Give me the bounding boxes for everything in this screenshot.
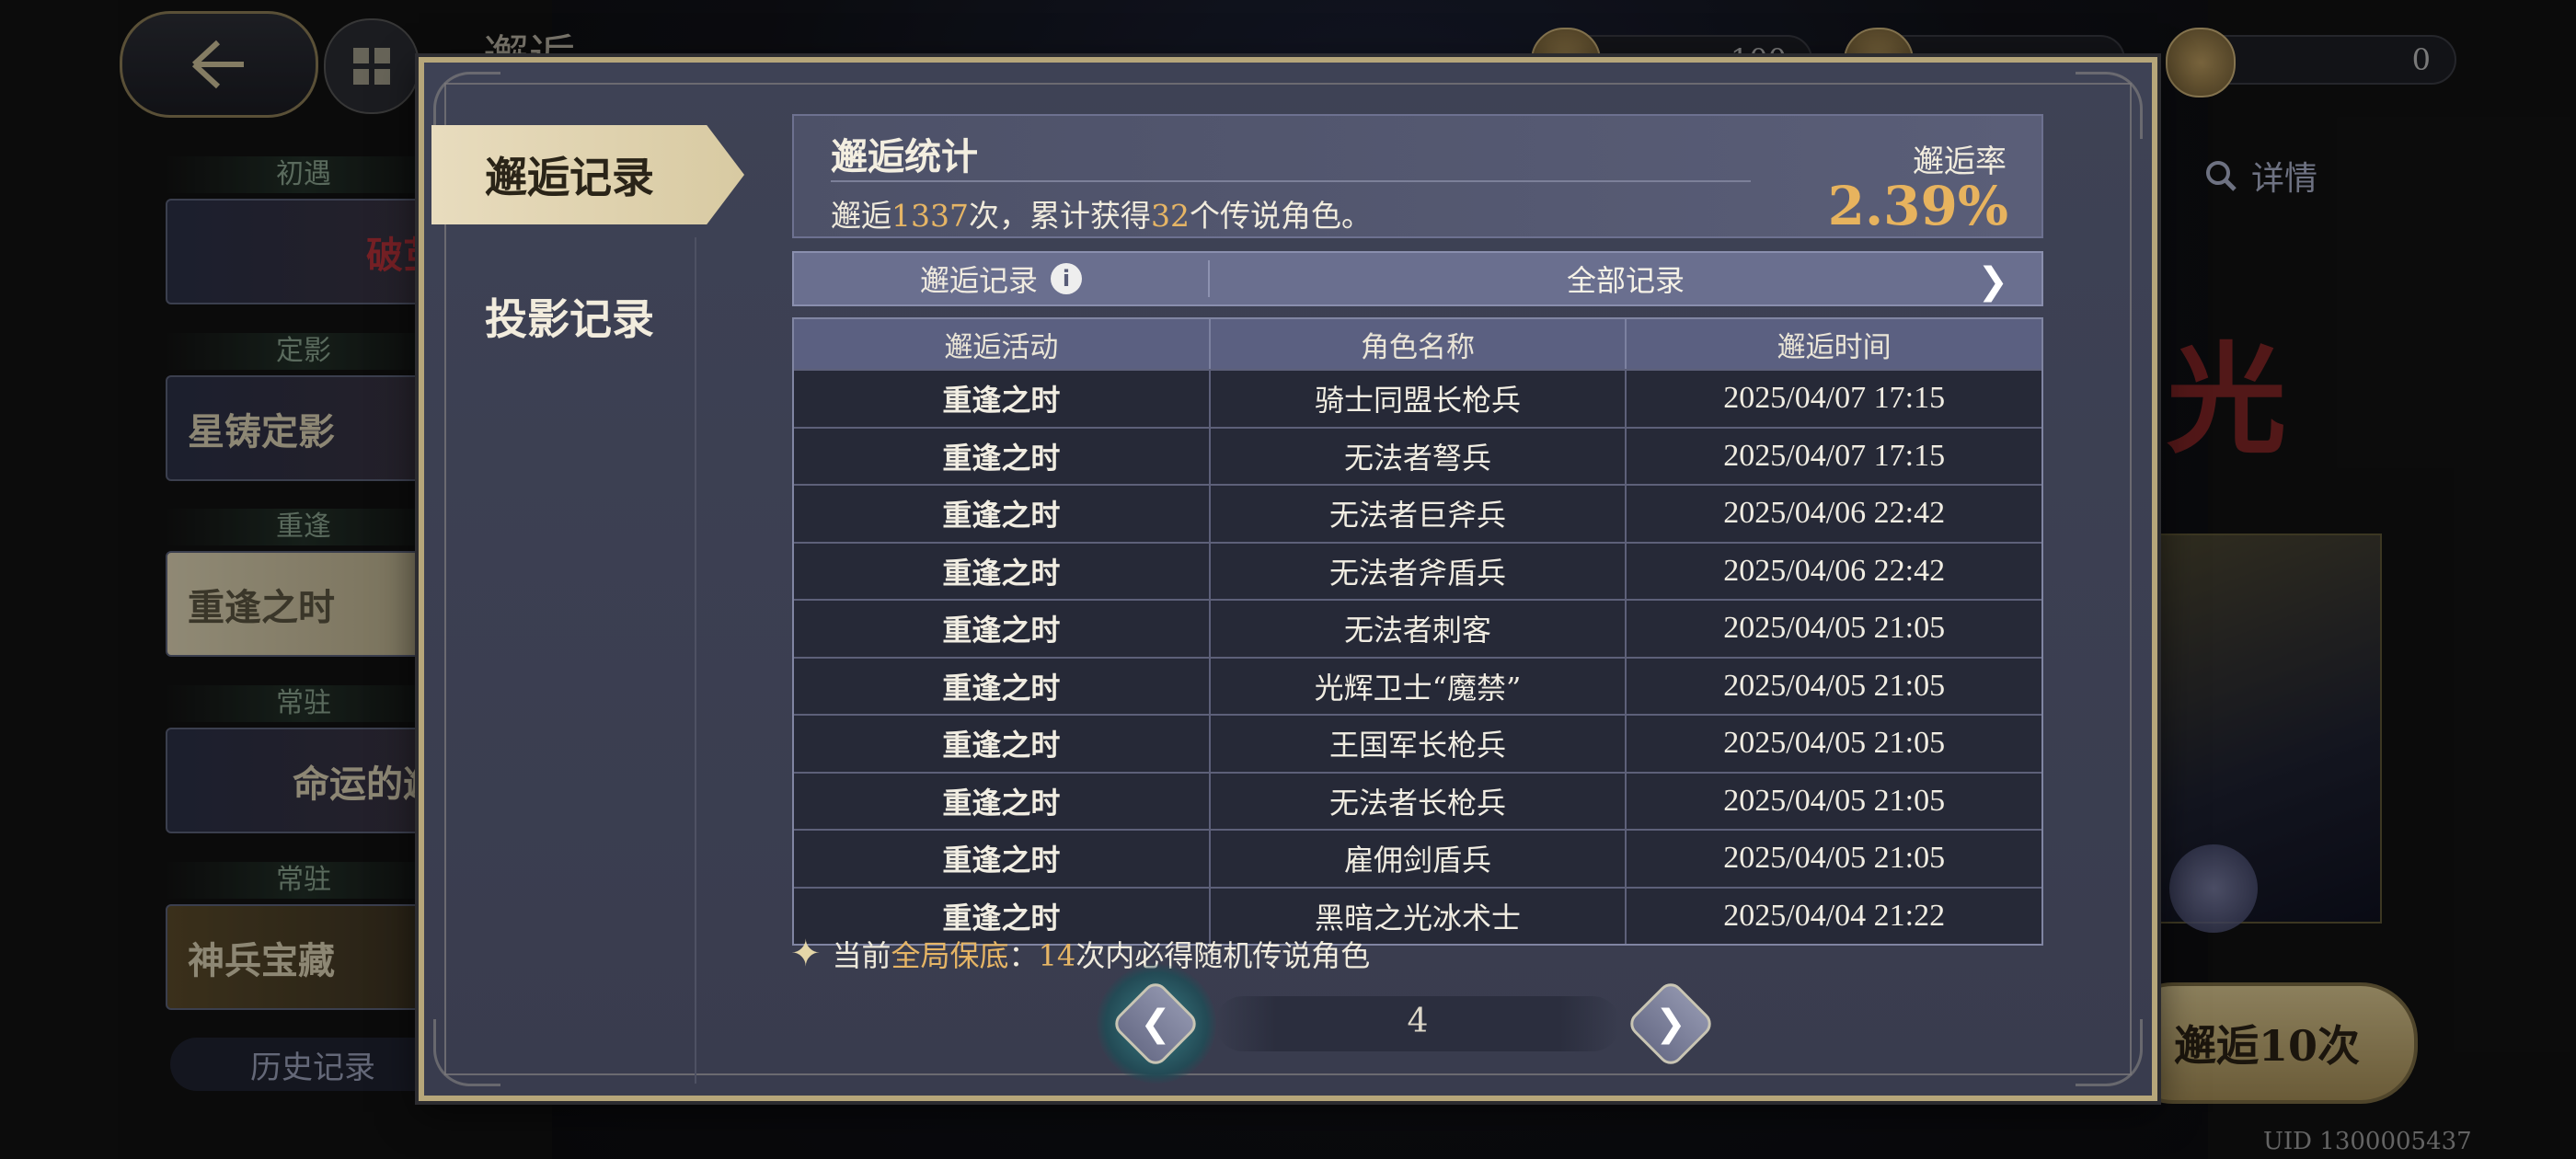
rate-value: 2.39% [1827,175,2008,237]
tab-label: 邂逅记录 [485,153,654,202]
next-page-button[interactable]: ❯ [1625,978,1717,1070]
pull-count: 1337 [891,198,969,234]
character-cell: 骑士同盟长枪兵 [1211,371,1627,427]
time-cell: 2025/04/05 21:05 [1723,726,1946,761]
table-row: 重逢之时 王国军长枪兵 2025/04/05 21:05 [794,714,2041,772]
corner-ornament [2076,1019,2143,1086]
encounter-stats-card: 邂逅统计 邂逅1337次，累计获得32个传说角色。 邂逅率 2.39% [792,114,2043,238]
prev-page-button[interactable]: ❮ [1110,978,1202,1070]
tab-divider [695,237,696,1084]
pity-text: 次内必得随机传说角色 [1075,938,1371,973]
character-cell: 无法者巨斧兵 [1211,486,1627,542]
character-cell: 无法者斧盾兵 [1211,543,1627,599]
chevron-right-icon: ❯ [1655,1003,1686,1045]
pity-text: ： [1008,938,1039,973]
tab-label: 投影记录 [485,294,654,344]
time-cell: 2025/04/07 17:15 [1723,381,1946,416]
time-cell: 2025/04/04 21:22 [1723,898,1946,933]
summary-text: 邂逅 [831,198,891,234]
time-cell: 2025/04/06 22:42 [1723,553,1946,588]
corner-ornament [2076,72,2143,139]
table-row: 重逢之时 光辉卫士“魔禁” 2025/04/05 21:05 [794,656,2041,714]
pity-text: 当前 [832,938,891,973]
info-icon[interactable]: i [1051,263,1082,294]
tab-encounter-records[interactable]: 邂逅记录 [431,125,744,224]
time-cell: 2025/04/05 21:05 [1723,668,1946,703]
divider [831,180,1751,182]
column-header: 邂逅活动 [794,319,1211,369]
records-table: 邂逅活动 角色名称 邂逅时间 重逢之时 骑士同盟长枪兵 2025/04/07 1… [792,317,2043,946]
table-row: 重逢之时 无法者刺客 2025/04/05 21:05 [794,599,2041,657]
time-cell: 2025/04/05 21:05 [1723,783,1946,818]
time-cell: 2025/04/05 21:05 [1723,611,1946,646]
time-cell: 2025/04/07 17:15 [1723,438,1946,473]
activity-cell: 重逢之时 [794,773,1211,829]
column-header: 角色名称 [1211,319,1627,369]
character-cell: 无法者刺客 [1211,601,1627,657]
activity-cell: 重逢之时 [794,658,1211,714]
activity-cell: 重逢之时 [794,601,1211,657]
column-header: 邂逅时间 [1777,330,1892,364]
filter-label: 邂逅记录 [919,263,1038,298]
activity-cell: 重逢之时 [794,716,1211,772]
activity-cell: 重逢之时 [794,371,1211,427]
chevron-right-icon[interactable]: ❯ [1977,260,2008,303]
stats-title: 邂逅统计 [831,135,978,178]
character-cell: 王国军长枪兵 [1211,716,1627,772]
activity-cell: 重逢之时 [794,486,1211,542]
pity-highlight: 全局保底 [891,938,1009,973]
legendary-count: 32 [1150,198,1190,234]
character-cell: 无法者弩兵 [1211,428,1627,484]
encounter-record-dialog: 邂逅记录 投影记录 邂逅统计 邂逅1337次，累计获得32个传说角色。 邂逅率 … [419,57,2157,1101]
table-row: 重逢之时 雇佣剑盾兵 2025/04/05 21:05 [794,829,2041,887]
record-filter-bar: 邂逅记录 i 全部记录 ❯ [792,251,2043,306]
table-row: 重逢之时 无法者长枪兵 2025/04/05 21:05 [794,771,2041,829]
summary-text: 次，累计获得 [968,198,1151,234]
character-cell: 雇佣剑盾兵 [1211,831,1627,887]
activity-cell: 重逢之时 [794,543,1211,599]
chevron-left-icon: ❮ [1140,1003,1171,1045]
table-row: 重逢之时 骑士同盟长枪兵 2025/04/07 17:15 [794,369,2041,427]
table-row: 重逢之时 无法者斧盾兵 2025/04/06 22:42 [794,541,2041,599]
record-type-label: 邂逅记录 i [794,258,1208,300]
character-cell: 无法者长枪兵 [1211,773,1627,829]
table-row: 重逢之时 无法者巨斧兵 2025/04/06 22:42 [794,484,2041,542]
table-row: 重逢之时 无法者弩兵 2025/04/07 17:15 [794,426,2041,484]
tab-projection-records[interactable]: 投影记录 [431,267,744,366]
activity-cell: 重逢之时 [794,428,1211,484]
activity-cell: 重逢之时 [794,831,1211,887]
time-cell: 2025/04/06 22:42 [1723,496,1946,531]
record-filter-dropdown[interactable]: 全部记录 [1210,258,2041,300]
page-number: 4 [1407,1003,1429,1040]
table-body: 重逢之时 骑士同盟长枪兵 2025/04/07 17:15 重逢之时 无法者弩兵… [794,369,2041,944]
pity-info: ✦ 当前全局保底：14次内必得随机传说角色 [790,933,1370,975]
summary-text: 个传说角色。 [1189,198,1372,234]
corner-ornament [433,1019,500,1086]
table-header: 邂逅活动 角色名称 邂逅时间 [794,319,2041,369]
sparkle-icon: ✦ [790,933,822,975]
time-cell: 2025/04/05 21:05 [1723,841,1946,876]
pity-count: 14 [1038,938,1076,973]
stats-summary: 邂逅1337次，累计获得32个传说角色。 [831,191,1372,235]
character-cell: 光辉卫士“魔禁” [1211,658,1627,714]
